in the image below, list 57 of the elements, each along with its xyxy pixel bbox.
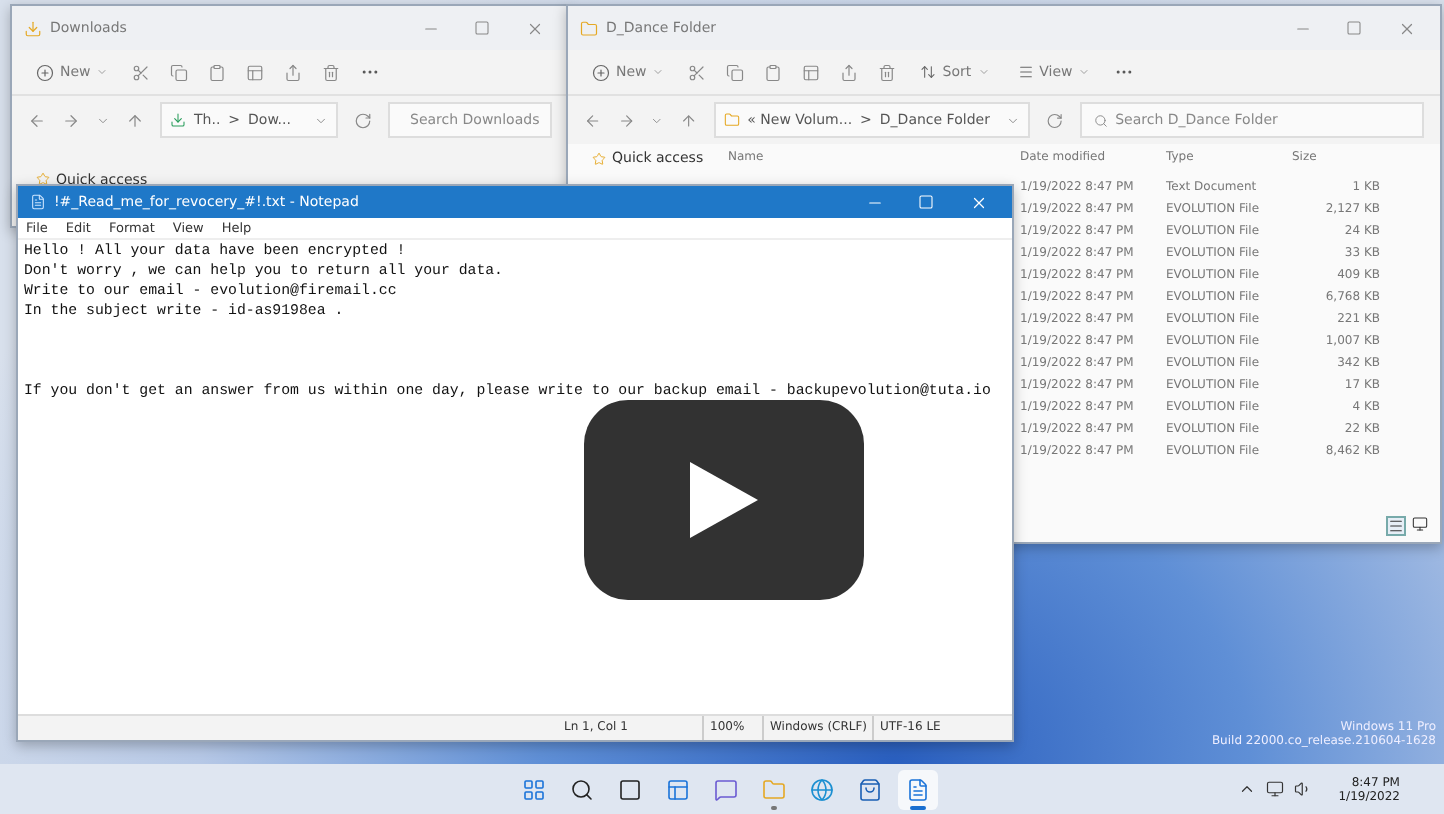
close-icon bbox=[969, 193, 987, 211]
plus-icon bbox=[36, 63, 54, 81]
delete-icon bbox=[878, 63, 897, 81]
star-icon bbox=[592, 151, 606, 165]
caret-icon bbox=[652, 66, 665, 78]
play-button[interactable] bbox=[584, 400, 864, 600]
cut-icon bbox=[688, 63, 707, 81]
store-bag-icon bbox=[858, 777, 882, 801]
caret-icon bbox=[96, 113, 110, 127]
view-icon bbox=[1017, 64, 1034, 80]
copy-icon bbox=[170, 63, 189, 81]
details-view-button[interactable] bbox=[1386, 516, 1406, 536]
caret-icon bbox=[650, 113, 664, 127]
caret-icon bbox=[1078, 66, 1091, 78]
search-icon bbox=[570, 777, 594, 801]
cut-icon bbox=[132, 63, 151, 81]
refresh-icon bbox=[354, 111, 372, 129]
paste-icon bbox=[208, 63, 227, 81]
tiles-icon bbox=[1412, 516, 1428, 532]
list-icon bbox=[1388, 518, 1404, 534]
globe-icon bbox=[810, 777, 834, 801]
up-icon bbox=[680, 111, 698, 129]
speaker-icon bbox=[1294, 780, 1313, 798]
network-icon bbox=[1266, 780, 1285, 798]
delete-icon bbox=[322, 63, 341, 81]
caret-icon bbox=[1005, 113, 1020, 127]
caret-icon bbox=[977, 66, 990, 78]
copy-icon bbox=[726, 63, 745, 81]
paste-icon bbox=[764, 63, 783, 81]
maximize-icon bbox=[474, 20, 490, 36]
up-icon bbox=[126, 111, 144, 129]
chevron-up-icon bbox=[1238, 780, 1257, 798]
task-view-icon bbox=[618, 777, 642, 801]
search-icon bbox=[1093, 113, 1108, 127]
tiles-view-button[interactable] bbox=[1412, 516, 1428, 536]
share-icon bbox=[284, 63, 303, 81]
plus-icon bbox=[592, 63, 610, 81]
close-icon bbox=[525, 19, 543, 37]
close-icon bbox=[1397, 19, 1415, 37]
caret-icon bbox=[314, 113, 328, 127]
sort-icon bbox=[920, 64, 937, 80]
play-icon bbox=[690, 462, 758, 538]
maximize-icon bbox=[1346, 20, 1362, 36]
share-icon bbox=[840, 63, 859, 81]
maximize-icon bbox=[918, 194, 934, 210]
back-icon bbox=[584, 111, 602, 129]
forward-icon bbox=[617, 111, 635, 129]
notepad-icon bbox=[906, 777, 930, 801]
widgets-icon bbox=[666, 777, 690, 801]
start-icon bbox=[522, 777, 546, 801]
chat-icon bbox=[714, 777, 738, 801]
back-icon bbox=[28, 111, 46, 129]
refresh-icon bbox=[1045, 111, 1064, 129]
star-icon bbox=[36, 172, 50, 186]
caret-icon bbox=[96, 66, 109, 78]
forward-icon bbox=[62, 111, 80, 129]
notepad-icon bbox=[30, 194, 46, 210]
